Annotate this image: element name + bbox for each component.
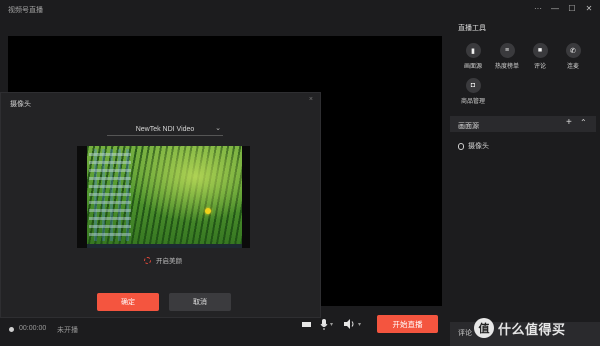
tool-screen-source[interactable]: ▮ 画面源 xyxy=(456,43,490,70)
app-title: 视频号直播 xyxy=(8,7,43,14)
chevron-down-icon[interactable]: ▾ xyxy=(330,321,333,328)
tool-label: 连麦 xyxy=(566,64,579,70)
beauty-toggle[interactable]: 开启美颜 xyxy=(144,255,182,265)
source-item-camera[interactable]: 摄像头 xyxy=(458,141,489,151)
shopping-bag-icon: ◘ xyxy=(465,78,481,93)
source-label: 摄像头 xyxy=(468,143,489,150)
location-pin-icon xyxy=(458,142,464,150)
status-dot-icon xyxy=(9,327,14,332)
live-streaming-app: 视频号直播 ··· — ☐ ✕ 00:00:00 未开播 ▾ ▾ 开始直播 直播… xyxy=(0,0,600,346)
flower-image xyxy=(205,208,211,214)
phone-icon: ✆ xyxy=(565,43,581,58)
watermark-text: 什么值得买 xyxy=(498,321,566,337)
window-controls: ··· — ☐ ✕ xyxy=(533,3,594,15)
loading-ring-icon xyxy=(144,256,151,264)
title-bar: 视频号直播 ··· — ☐ ✕ xyxy=(0,0,600,20)
tool-label: 热度榜单 xyxy=(494,64,519,70)
camera-preview xyxy=(77,146,250,248)
volume-button[interactable]: ▾ xyxy=(344,317,361,331)
chevron-down-icon: ⌄ xyxy=(215,125,221,132)
selected-device: NewTek NDI Video xyxy=(135,125,195,133)
screen-source-icon: ▮ xyxy=(465,43,481,58)
screen-toggle-button[interactable] xyxy=(302,317,311,331)
microphone-button[interactable]: ▾ xyxy=(320,317,333,331)
speaker-icon xyxy=(344,319,354,329)
watermark: 值 什么值得买 xyxy=(474,318,566,338)
tool-label: 画面源 xyxy=(463,64,482,70)
stream-timer: 00:00:00 xyxy=(19,325,47,332)
tool-label: 评论 xyxy=(533,64,546,70)
camera-dialog: 摄像头 × NewTek NDI Video ⌄ 开启美颜 确定 取消 xyxy=(0,92,321,318)
start-live-button[interactable]: 开始直播 xyxy=(377,315,438,333)
tool-label: 商品管理 xyxy=(460,99,485,105)
minimize-icon[interactable]: — xyxy=(550,3,560,15)
tool-co-host[interactable]: ✆ 连麦 xyxy=(556,43,590,70)
chevron-down-icon[interactable]: ▾ xyxy=(358,321,361,328)
microphone-icon xyxy=(320,318,328,330)
add-source-icon[interactable]: + xyxy=(566,117,572,128)
desktop-icons-image xyxy=(89,149,131,241)
collapse-icon[interactable]: ⌃ xyxy=(580,118,587,127)
camera-device-select[interactable]: NewTek NDI Video ⌄ xyxy=(107,123,223,136)
screen-icon xyxy=(302,321,311,327)
dialog-title: 摄像头 xyxy=(10,101,31,108)
tool-product-management[interactable]: ◘ 商品管理 xyxy=(456,78,490,105)
taskbar-image xyxy=(87,244,242,248)
close-icon[interactable]: ✕ xyxy=(584,3,594,15)
list-icon: ≡ xyxy=(499,43,515,58)
watermark-logo: 值 xyxy=(474,318,494,338)
comment-bar-label: 评论 xyxy=(458,330,472,337)
cancel-button[interactable]: 取消 xyxy=(169,293,231,311)
tool-comments[interactable]: ■ 评论 xyxy=(523,43,557,70)
stream-status: 未开播 xyxy=(57,327,78,334)
tools-title: 直播工具 xyxy=(458,25,486,32)
confirm-button[interactable]: 确定 xyxy=(97,293,159,311)
close-icon[interactable]: × xyxy=(309,96,313,103)
beauty-label: 开启美颜 xyxy=(156,258,182,265)
comment-icon: ■ xyxy=(532,43,548,58)
maximize-icon[interactable]: ☐ xyxy=(567,3,577,15)
more-icon[interactable]: ··· xyxy=(533,3,543,15)
source-section-title: 画面源 xyxy=(458,123,479,130)
tool-heat-ranking[interactable]: ≡ 热度榜单 xyxy=(490,43,524,70)
